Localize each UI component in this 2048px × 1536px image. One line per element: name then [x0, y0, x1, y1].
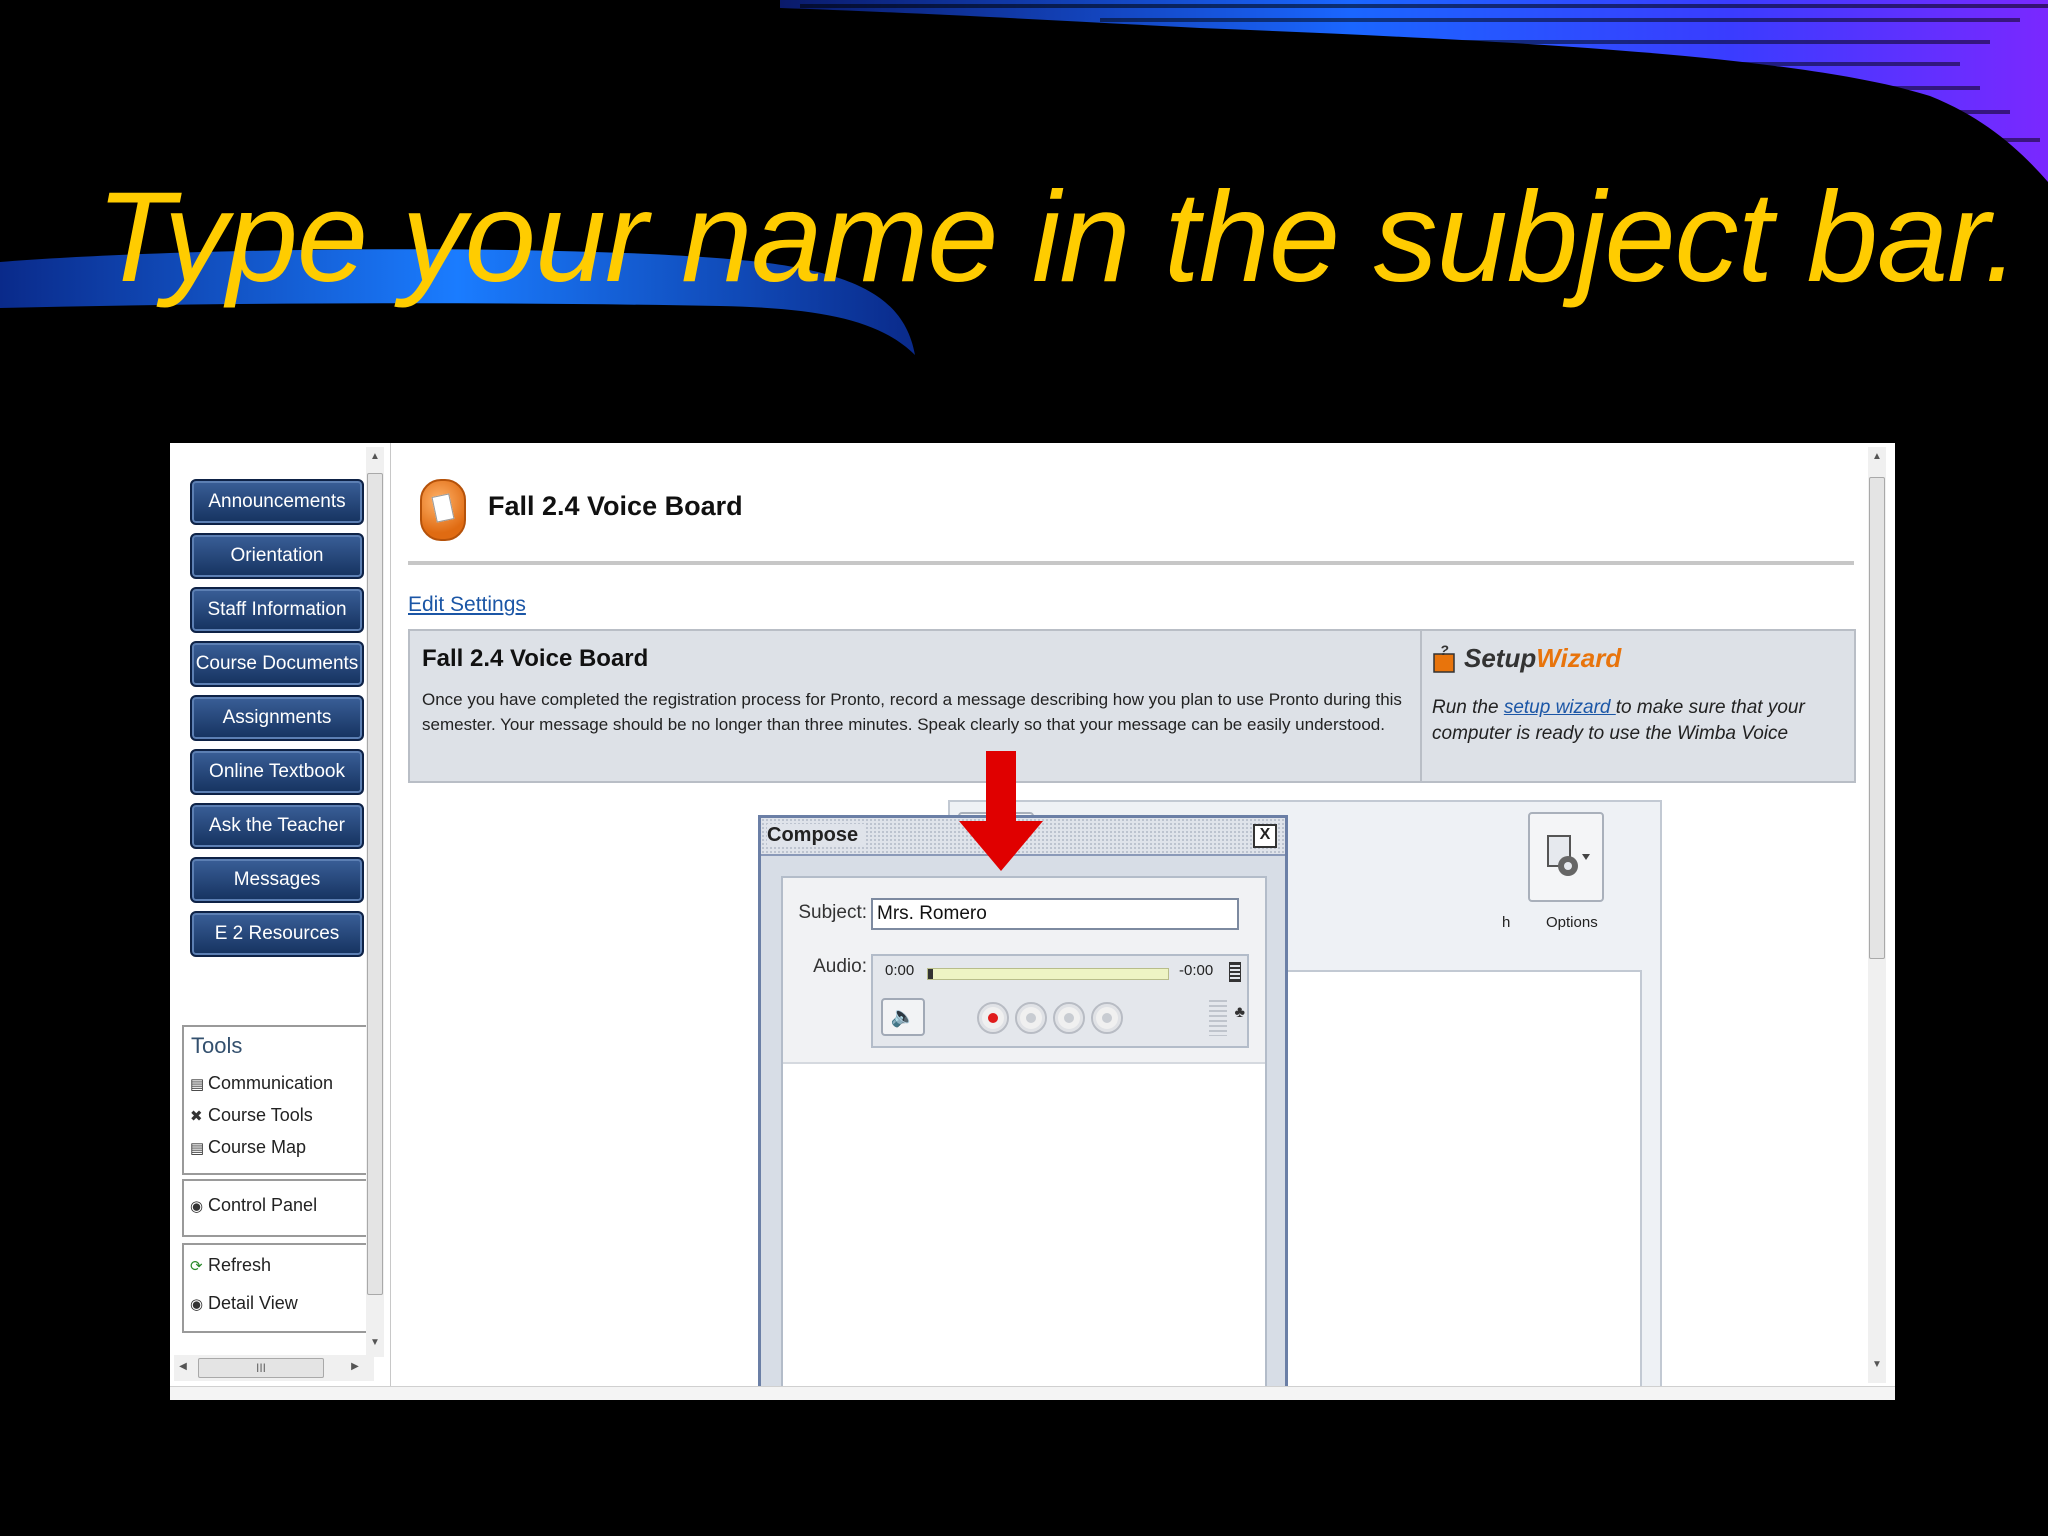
nav-button-assignments[interactable]: Assignments — [190, 695, 364, 741]
scroll-right-icon[interactable]: ▶ — [346, 1361, 364, 1372]
setup-wizard-text: Run the setup wizard to make sure that y… — [1432, 695, 1852, 747]
wimba-paw-icon: ♣ — [1234, 1004, 1246, 1021]
refresh-link[interactable]: ⟳ Refresh — [190, 1255, 271, 1276]
record-button[interactable] — [977, 1002, 1009, 1034]
record-icon — [988, 1013, 998, 1023]
view-options-box: ⟳ Refresh ◉ Detail View — [182, 1243, 378, 1333]
tool-link-label: Course Map — [208, 1137, 307, 1157]
course-map-icon: ▤ — [190, 1140, 205, 1157]
description-title: Fall 2.4 Voice Board — [422, 645, 649, 672]
subject-input[interactable] — [871, 898, 1239, 930]
play-button[interactable] — [1015, 1002, 1047, 1034]
tools-heading: Tools — [191, 1033, 243, 1058]
setup-wizard-icon: ? — [1433, 644, 1455, 673]
nav-button-ask-the-teacher[interactable]: Ask the Teacher — [190, 803, 364, 849]
edit-settings-link[interactable]: Edit Settings — [408, 593, 526, 617]
setup-wizard-text-before: Run the — [1432, 697, 1504, 718]
control-panel-label: Control Panel — [208, 1195, 318, 1215]
toolbar-label-right: h — [1502, 914, 1511, 931]
tool-link-label: Course Tools — [208, 1105, 313, 1125]
audio-label: Audio: — [813, 956, 867, 977]
divider — [1420, 631, 1422, 781]
options-button[interactable] — [1528, 812, 1604, 902]
nav-button-announcements[interactable]: Announcements — [190, 479, 364, 525]
voice-board-icon — [420, 479, 466, 541]
setup-wizard-title-part2: Wizard — [1536, 643, 1622, 673]
subject-label: Subject: — [798, 902, 867, 923]
browser-screenshot: Announcements Orientation Staff Informat… — [170, 443, 1895, 1400]
tool-link-label: Communication — [208, 1073, 334, 1093]
options-gear-icon — [1547, 835, 1590, 876]
slide-title: Type your name in the subject bar. — [96, 166, 2020, 309]
tool-link-communication[interactable]: ▤ Communication — [190, 1073, 333, 1094]
playback-position[interactable] — [928, 969, 933, 979]
page-vertical-scrollbar[interactable]: ▲ ▼ — [1868, 447, 1886, 1383]
time-remaining: -0:00 — [1179, 962, 1214, 979]
divider — [408, 561, 1854, 565]
pause-button[interactable] — [1053, 1002, 1085, 1034]
pointer-arrow-icon — [959, 751, 1043, 871]
scroll-up-icon[interactable]: ▲ — [1868, 451, 1886, 462]
tool-link-course-tools[interactable]: ✖ Course Tools — [190, 1105, 313, 1126]
control-panel-link[interactable]: ◉ Control Panel — [190, 1195, 317, 1216]
nav-button-staff-information[interactable]: Staff Information — [190, 587, 364, 633]
detail-view-icon: ◉ — [190, 1296, 204, 1313]
options-label: Options — [1546, 914, 1598, 931]
nav-button-e2-resources[interactable]: E 2 Resources — [190, 911, 364, 957]
time-elapsed: 0:00 — [885, 962, 915, 979]
scroll-thumb[interactable]: III — [198, 1358, 324, 1378]
refresh-icon: ⟳ — [190, 1258, 203, 1275]
control-panel-box: ◉ Control Panel — [182, 1179, 378, 1237]
course-menu: Announcements Orientation Staff Informat… — [170, 443, 391, 1400]
audio-recorder: 0:00 -0:00 🔈 ♣ — [871, 954, 1249, 1048]
detail-view-label: Detail View — [208, 1293, 298, 1313]
nav-button-course-documents[interactable]: Course Documents — [190, 641, 364, 687]
scroll-up-icon[interactable]: ▲ — [366, 451, 384, 462]
volume-icon[interactable]: 🔈 — [881, 998, 925, 1036]
tool-link-course-map[interactable]: ▤ Course Map — [190, 1137, 306, 1158]
compose-body: Subject: Audio: 0:00 -0:00 🔈 ♣ — [781, 876, 1267, 1400]
scroll-down-icon[interactable]: ▼ — [366, 1337, 384, 1348]
menu-vertical-scrollbar[interactable]: ▲ ▼ — [366, 447, 384, 1357]
scroll-thumb[interactable] — [367, 473, 383, 1295]
level-meter — [1209, 1000, 1227, 1036]
menu-icon[interactable] — [1229, 962, 1241, 982]
control-panel-icon: ◉ — [190, 1198, 204, 1215]
scroll-thumb[interactable] — [1869, 477, 1885, 959]
menu-horizontal-scrollbar[interactable]: ◀ III ▶ — [174, 1355, 374, 1381]
scroll-left-icon[interactable]: ◀ — [174, 1361, 192, 1372]
play-icon — [1026, 1013, 1036, 1023]
communication-icon: ▤ — [190, 1076, 205, 1093]
stop-button[interactable] — [1091, 1002, 1123, 1034]
nav-button-messages[interactable]: Messages — [190, 857, 364, 903]
refresh-label: Refresh — [208, 1255, 272, 1275]
playback-track[interactable] — [927, 968, 1169, 980]
stop-icon — [1102, 1013, 1112, 1023]
status-bar — [170, 1386, 1895, 1400]
compose-fields: Subject: Audio: 0:00 -0:00 🔈 ♣ — [783, 878, 1265, 1064]
scroll-down-icon[interactable]: ▼ — [1868, 1359, 1886, 1370]
setup-wizard-title: ? SetupWizard — [1432, 643, 1621, 676]
pause-icon — [1064, 1013, 1074, 1023]
tools-panel: Tools ▤ Communication ✖ Course Tools ▤ Cour… — [182, 1025, 378, 1175]
nav-button-online-textbook[interactable]: Online Textbook — [190, 749, 364, 795]
nav-button-orientation[interactable]: Orientation — [190, 533, 364, 579]
setup-wizard-title-part1: Setup — [1464, 643, 1537, 673]
close-icon[interactable]: X — [1253, 824, 1277, 848]
detail-view-link[interactable]: ◉ Detail View — [190, 1293, 298, 1314]
setup-wizard-link[interactable]: setup wizard — [1504, 697, 1616, 718]
description-panel: Fall 2.4 Voice Board Once you have compl… — [408, 629, 1856, 783]
page-title: Fall 2.4 Voice Board — [488, 491, 743, 521]
svg-text:?: ? — [1440, 644, 1449, 658]
course-tools-icon: ✖ — [190, 1108, 203, 1125]
description-text: Once you have completed the registration… — [422, 690, 1402, 734]
compose-dialog: Compose X Subject: Audio: 0:00 -0:00 🔈 — [758, 815, 1288, 1400]
compose-title: Compose — [767, 824, 867, 847]
